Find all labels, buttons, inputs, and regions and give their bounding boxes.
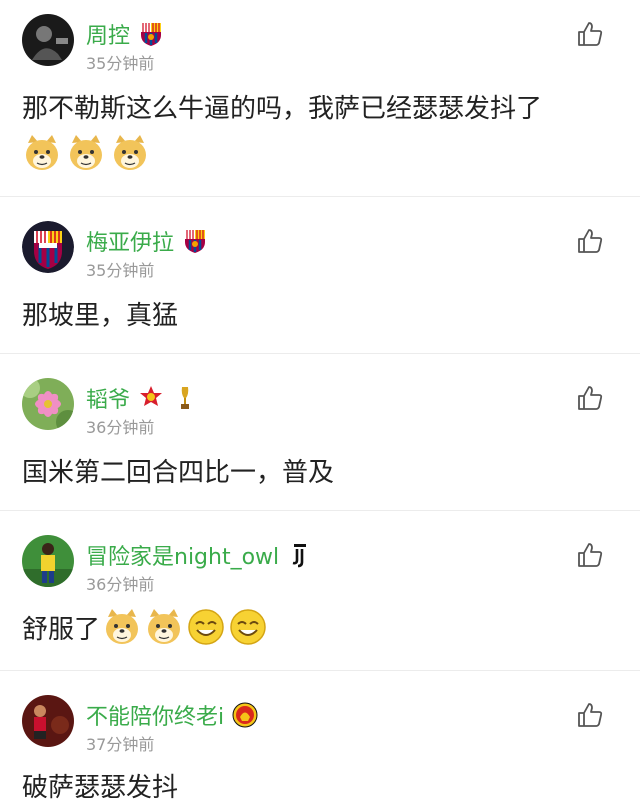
- smile-emoji-icon: [228, 607, 268, 647]
- timestamp: 35分钟前: [86, 261, 155, 280]
- doge-emoji-icon: [144, 607, 184, 647]
- trophy-badge-icon: [172, 385, 198, 411]
- like-thumb-icon[interactable]: [576, 541, 604, 569]
- comment-text: 那不勒斯这么牛逼的吗，我萨已经瑟瑟发抖了: [22, 94, 543, 124]
- comment-item: 冒险家是night_owl 36分钟前 舒服了: [0, 511, 640, 671]
- avatar[interactable]: [22, 695, 74, 747]
- timestamp: 35分钟前: [86, 54, 155, 73]
- doge-emoji-icon: [102, 607, 142, 647]
- comment-item: 梅亚伊拉 35分钟前 那坡里，真猛: [0, 197, 640, 354]
- juventus-badge-icon: [287, 542, 313, 568]
- username[interactable]: 冒险家是night_owl: [86, 539, 279, 571]
- timestamp: 37分钟前: [86, 735, 155, 754]
- like-thumb-icon[interactable]: [576, 701, 604, 729]
- manchester-united-badge-icon: [232, 702, 258, 728]
- username[interactable]: 梅亚伊拉: [86, 225, 174, 257]
- barcelona-badge-icon: [182, 228, 208, 254]
- avatar[interactable]: [22, 378, 74, 430]
- comment-text: 舒服了: [22, 614, 101, 645]
- comment-text: 破萨瑟瑟发抖: [22, 773, 179, 803]
- comment-item: 韬爷 36分钟前 国米第二回合四比一，普及: [0, 354, 640, 511]
- guangzhou-evergrande-badge-icon: [138, 385, 164, 411]
- barcelona-badge-icon: [138, 21, 164, 47]
- like-thumb-icon[interactable]: [576, 384, 604, 412]
- like-thumb-icon[interactable]: [576, 20, 604, 48]
- emoji-row: [102, 607, 268, 647]
- avatar[interactable]: [22, 221, 74, 273]
- comment-item: 不能陪你终老i 37分钟前 破萨瑟瑟发抖: [0, 671, 640, 809]
- emoji-row: [22, 133, 150, 173]
- comment-text: 国米第二回合四比一，普及: [22, 458, 335, 488]
- username[interactable]: 周控: [86, 18, 130, 50]
- doge-emoji-icon: [110, 133, 150, 173]
- doge-emoji-icon: [22, 133, 62, 173]
- timestamp: 36分钟前: [86, 418, 155, 437]
- timestamp: 36分钟前: [86, 575, 155, 594]
- comment-line: 舒服了: [22, 607, 268, 647]
- username[interactable]: 不能陪你终老i: [86, 699, 224, 731]
- smile-emoji-icon: [186, 607, 226, 647]
- doge-emoji-icon: [66, 133, 106, 173]
- avatar[interactable]: [22, 535, 74, 587]
- avatar[interactable]: [22, 14, 74, 66]
- like-thumb-icon[interactable]: [576, 227, 604, 255]
- comment-text: 那坡里，真猛: [22, 301, 179, 331]
- username[interactable]: 韬爷: [86, 382, 130, 414]
- comment-item: 周控 35分钟前 那不勒斯这么牛逼的吗，我萨已经瑟瑟发抖了: [0, 0, 640, 197]
